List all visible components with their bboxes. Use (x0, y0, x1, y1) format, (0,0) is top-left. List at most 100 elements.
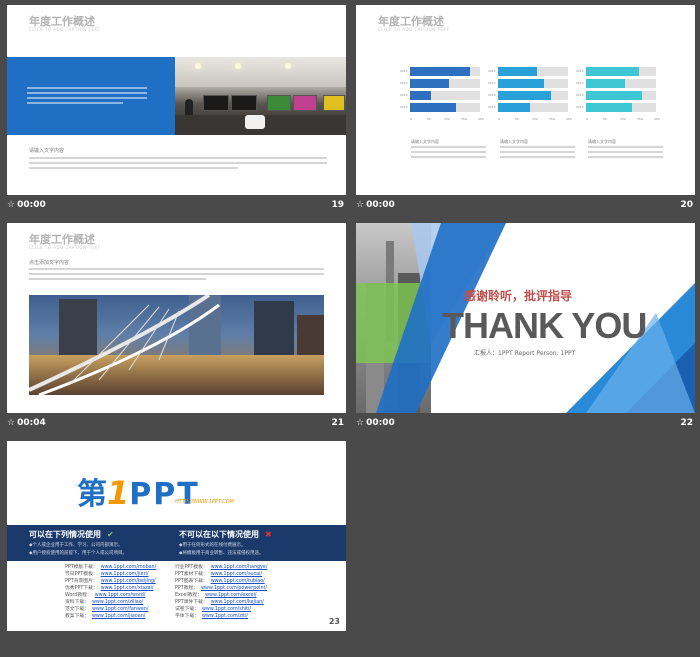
links-left: PPT模板下载： www.1ppt.com/moban/节日PPT模板： www.1… (65, 564, 185, 620)
link-url[interactable]: www.1ppt.com/beijing/ (101, 579, 156, 584)
timing: ☆ 00:00 (356, 200, 395, 210)
link-row: 教案下载： www.1ppt.com/jiaoan/ (65, 613, 185, 620)
link-row: Excel教程： www.1ppt.com/excel/ (175, 592, 305, 599)
animation-star-icon: ☆ (7, 418, 16, 428)
link-url[interactable]: www.1ppt.com/sucai/ (211, 572, 262, 577)
chart-caption-2: 请输入文字内容 (500, 139, 528, 144)
bar-track (410, 91, 480, 100)
link-row: 节日PPT模板： www.1ppt.com/jieri/ (65, 571, 185, 578)
bar (410, 67, 470, 76)
axis-tick-label: 0 (586, 117, 588, 121)
bar-track (498, 103, 568, 112)
bar (586, 91, 642, 100)
bar-category-label: 2015 (488, 105, 496, 109)
thanks-chinese: 感谢聆听，批评指导 (464, 289, 573, 303)
link-label: 优秀PPT下载： (65, 586, 98, 591)
slide-number: 21 (331, 418, 344, 428)
timing: ☆ 00:04 (7, 418, 46, 428)
link-url[interactable]: www.1ppt.com/word/ (95, 593, 146, 598)
slide-meta: ☆ 00:04 21 (7, 415, 346, 433)
cannot-item-2: ◆将模板用于商业转售、违法或侵权用途。 (179, 551, 264, 556)
link-url[interactable]: www.1ppt.com/shiti/ (202, 607, 251, 612)
link-row: Word教程： www.1ppt.com/word/ (65, 592, 185, 599)
link-url[interactable]: www.1ppt.com/moban/ (101, 565, 157, 570)
usage-banner: 可以在下列情况使用 ✔ 不可以在以下情况使用 ✖ ◆个人或企业用于工作、学习、公司内… (7, 525, 346, 561)
bar-category-label: 2013 (400, 81, 408, 85)
slide-number: 22 (680, 418, 693, 428)
link-label: 节日PPT模板： (65, 572, 98, 577)
link-row: PPT模板下载： www.1ppt.com/moban/ (65, 564, 185, 571)
can-item-2: ◆用户授权使用的前提下，用于个人或公司项目。 (29, 551, 127, 556)
link-label: PPT课件下载： (175, 600, 208, 605)
link-url[interactable]: www.1ppt.com/hangye/ (211, 565, 268, 570)
blue-text-panel (7, 57, 175, 135)
cross-icon: ✖ (265, 530, 272, 539)
link-url[interactable]: www.1ppt.com/tubiao/ (211, 579, 265, 584)
axis-tick-label: 100 (532, 117, 538, 121)
link-row: PPT图表下载： www.1ppt.com/tubiao/ (175, 578, 305, 585)
animation-star-icon: ☆ (356, 418, 365, 428)
bar-track (586, 103, 656, 112)
link-url[interactable]: www.1ppt.com/jiaoan/ (92, 614, 145, 619)
axis-tick-label: 0 (410, 117, 412, 121)
bar-category-label: 2014 (488, 93, 496, 97)
bar (498, 67, 537, 76)
bar (586, 79, 625, 88)
slide-subtitle: CLICK TO ADD CAPTION TEXT (29, 245, 101, 250)
link-label: PPT教程： (175, 586, 199, 591)
link-row: 行业PPT模板： www.1ppt.com/hangye/ (175, 564, 305, 571)
chart-caption-3: 请输入文字内容 (588, 139, 616, 144)
bar-chart-2: 2012 2013 2014 2015 0 50 100 150 200 (488, 65, 572, 123)
link-url[interactable]: www.1ppt.com/ziti/ (202, 614, 248, 619)
bar-chart-3: 2012 2013 2014 2015 0 50 100 150 200 (576, 65, 660, 123)
animation-star-icon: ☆ (356, 200, 365, 210)
cannot-use-title: 不可以在以下情况使用 (179, 530, 259, 539)
axis-tick-label: 150 (461, 117, 467, 121)
bar-category-label: 2012 (488, 69, 496, 73)
bar-category-label: 2014 (576, 93, 584, 97)
slide-number: 23 (328, 617, 340, 626)
link-url[interactable]: www.1ppt.com/xiazai/ (101, 586, 154, 591)
bridge-photo (29, 295, 324, 395)
bar-chart-1: 2012 2013 2014 2015 0 50 100 150 200 (400, 65, 484, 123)
slide-number: 20 (680, 200, 693, 210)
slide-subtitle: CLICK TO ADD CAPTION TEXT (378, 27, 450, 32)
slide-number: 19 (331, 200, 344, 210)
link-label: Word教程： (65, 593, 92, 598)
link-label: 字体下载： (175, 614, 199, 619)
link-label: PPT素材下载： (175, 572, 208, 577)
link-url[interactable]: www.1ppt.com/kejian/ (211, 600, 264, 605)
link-url[interactable]: www.1ppt.com/excel/ (205, 593, 256, 598)
link-url[interactable]: www.1ppt.com/jieri/ (101, 572, 149, 577)
bar (586, 67, 639, 76)
bar-track (410, 67, 480, 76)
logo: 第1PPT (77, 474, 200, 512)
link-row: PPT背景图片： www.1ppt.com/beijing/ (65, 578, 185, 585)
link-url[interactable]: www.1ppt.com/fanwen/ (92, 607, 148, 612)
can-item-1: ◆个人或企业用于工作、学习、公司内部演示。 (29, 543, 123, 548)
link-row: 优秀PPT下载： www.1ppt.com/xiazai/ (65, 585, 185, 592)
bar-track (586, 67, 656, 76)
link-label: 试卷下载： (175, 607, 199, 612)
reporter: 汇报人：1PPT Report Person: 1PPT (474, 350, 576, 357)
slide-19: 年度工作概述 CLICK TO ADD CAPTION TEXT 请输入文字内容 (7, 5, 346, 195)
axis-tick-label: 0 (498, 117, 500, 121)
link-row: 资料下载： www.1ppt.com/ziliao/ (65, 599, 185, 606)
slide-meta: ☆ 00:00 19 (7, 197, 346, 215)
slide-20: 年度工作概述 CLICK TO ADD CAPTION TEXT 2012 201… (356, 5, 695, 195)
link-label: 行业PPT模板： (175, 565, 208, 570)
link-row: PPT素材下载： www.1ppt.com/sucai/ (175, 571, 305, 578)
link-label: 资料下载： (65, 600, 89, 605)
bar (498, 79, 544, 88)
chart-caption-1: 请输入文字内容 (411, 139, 439, 144)
body-caption: 点击添加文字内容 (29, 260, 70, 266)
bar-category-label: 2015 (400, 105, 408, 109)
axis-tick-label: 200 (566, 117, 572, 121)
bar-track (498, 79, 568, 88)
link-url[interactable]: www.1ppt.com/ziliao/ (92, 600, 143, 605)
bar-track (586, 79, 656, 88)
slide-23: 第1PPT HTTP://WWW.1PPT.COM 可以在下列情况使用 ✔ 不可以… (7, 441, 346, 631)
link-url[interactable]: www.1ppt.com/powerpoint/ (201, 586, 267, 591)
slide-meta: ☆ 00:00 20 (356, 197, 695, 215)
cannot-item-1: ◆用于任何形式的在线付费展示。 (179, 543, 246, 548)
